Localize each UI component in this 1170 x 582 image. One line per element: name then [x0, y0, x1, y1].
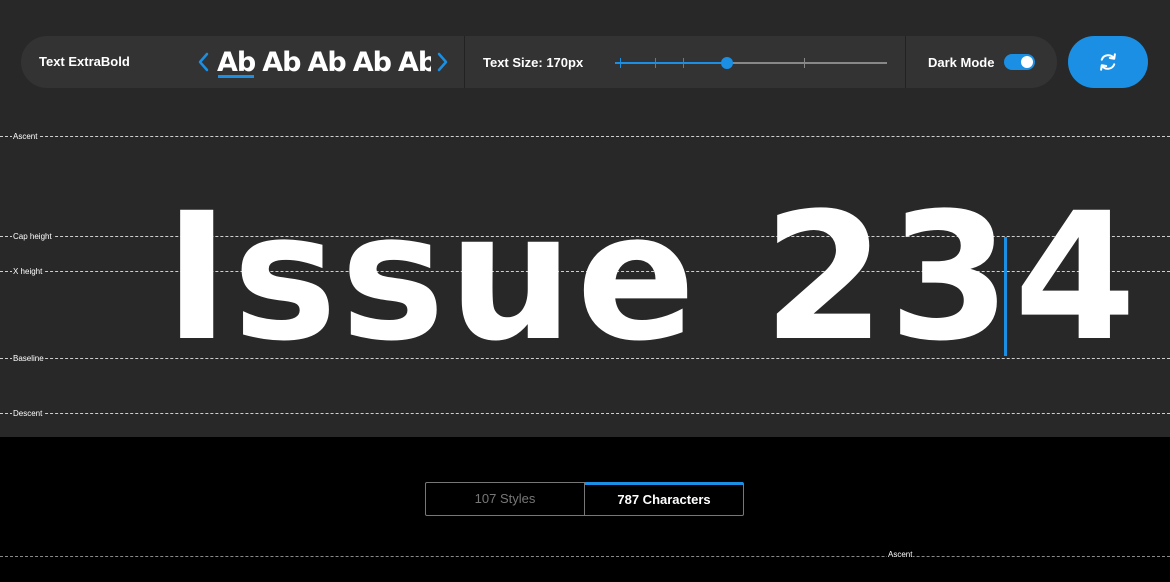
ascent-label: Ascent: [12, 132, 39, 141]
style-sample-3[interactable]: Ab: [307, 45, 346, 81]
descent-guide: [0, 413, 1170, 414]
style-samples-strip: Ab Ab Ab Ab Ab: [217, 45, 431, 81]
style-name-label: Text ExtraBold: [39, 54, 130, 69]
slider-thumb[interactable]: [721, 57, 733, 69]
chevron-right-icon[interactable]: [433, 49, 451, 75]
specimen-tabs: 107 Styles 787 Characters: [425, 482, 744, 516]
cap-height-label: Cap height: [12, 232, 53, 241]
refresh-icon: [1100, 53, 1116, 71]
tester-toolbar: Text ExtraBold Ab Ab Ab Ab Ab Text Size: 170…: [21, 36, 1057, 88]
dark-mode-toggle[interactable]: [1004, 54, 1035, 70]
text-cursor: [1004, 237, 1007, 356]
text-size-slider[interactable]: [615, 56, 887, 70]
tab-characters[interactable]: 787 Characters: [585, 482, 743, 515]
text-size-label: Text Size: 170px: [483, 55, 584, 70]
slider-tick: [655, 58, 656, 68]
toolbar-divider: [464, 36, 465, 88]
style-sample-4[interactable]: Ab: [353, 45, 392, 81]
toggle-knob: [1021, 56, 1033, 68]
type-tester-panel: Text ExtraBold Ab Ab Ab Ab Ab Text Size: 170…: [0, 0, 1170, 437]
chevron-left-icon[interactable]: [195, 49, 213, 75]
ascent-guide: [0, 136, 1170, 137]
x-height-label: X height: [12, 267, 44, 276]
style-sample-5[interactable]: Ab: [398, 45, 431, 81]
descent-label: Descent: [12, 409, 44, 418]
dark-mode-label: Dark Mode: [928, 55, 995, 70]
lower-ascent-guide: [0, 556, 1170, 557]
baseline-label: Baseline: [12, 354, 45, 363]
slider-fill: [615, 62, 727, 64]
slider-tick: [683, 58, 684, 68]
style-sample-1[interactable]: Ab: [217, 45, 256, 81]
toolbar-divider: [905, 36, 906, 88]
lower-ascent-label: Ascent: [887, 550, 914, 559]
specimen-text[interactable]: Issue 234: [164, 178, 1139, 378]
refresh-button[interactable]: [1068, 36, 1148, 88]
tab-styles[interactable]: 107 Styles: [426, 483, 585, 515]
slider-tick: [620, 58, 621, 68]
slider-tick: [804, 58, 805, 68]
style-sample-2[interactable]: Ab: [262, 45, 301, 81]
